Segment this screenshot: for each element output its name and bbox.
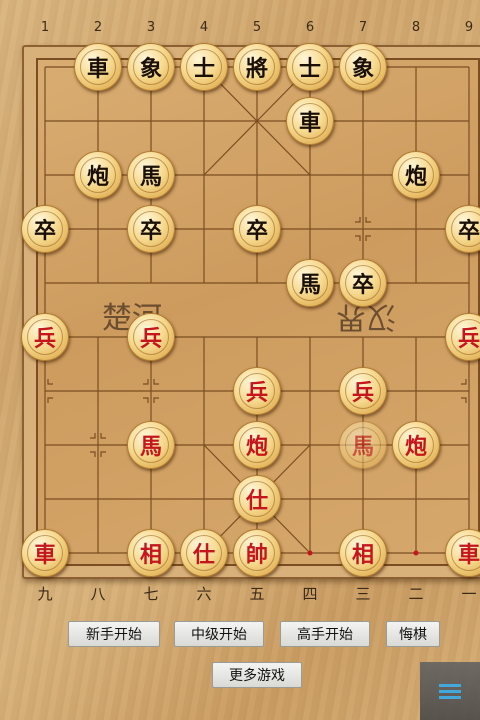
column-chinese: 一 xyxy=(461,585,477,603)
intermediate-button[interactable]: 中级开始 xyxy=(174,621,264,647)
piece-b-ma-2[interactable]: 馬 xyxy=(286,259,334,307)
piece-r-bing-1[interactable]: 兵 xyxy=(21,313,69,361)
piece-b-zu-1[interactable]: 卒 xyxy=(21,205,69,253)
piece-b-ma-1[interactable]: 馬 xyxy=(127,151,175,199)
piece-r-xiang-2[interactable]: 相 xyxy=(339,529,387,577)
hamburger-menu-icon[interactable] xyxy=(420,662,480,720)
piece-b-jiang[interactable]: 將 xyxy=(233,43,281,91)
piece-b-xiang-1[interactable]: 象 xyxy=(127,43,175,91)
expert-button[interactable]: 高手开始 xyxy=(280,621,370,647)
piece-b-che-2[interactable]: 車 xyxy=(286,97,334,145)
piece-r-pao-1[interactable]: 炮 xyxy=(233,421,281,469)
piece-b-shi-2[interactable]: 士 xyxy=(286,43,334,91)
column-chinese: 五 xyxy=(249,585,265,603)
piece-b-zu-3[interactable]: 卒 xyxy=(233,205,281,253)
piece-r-pao-2[interactable]: 炮 xyxy=(392,421,440,469)
piece-r-bing-2[interactable]: 兵 xyxy=(127,313,175,361)
piece-b-pao-1[interactable]: 炮 xyxy=(74,151,122,199)
piece-r-xiang-1[interactable]: 相 xyxy=(127,529,175,577)
piece-r-che-1[interactable]: 車 xyxy=(21,529,69,577)
undo-button[interactable]: 悔棋 xyxy=(386,621,440,647)
piece-b-zu-5[interactable]: 卒 xyxy=(339,259,387,307)
column-chinese: 三 xyxy=(355,585,371,603)
column-chinese: 二 xyxy=(408,585,424,603)
piece-r-bing-5[interactable]: 兵 xyxy=(339,367,387,415)
piece-b-xiang-2[interactable]: 象 xyxy=(339,43,387,91)
new-beginner-button[interactable]: 新手开始 xyxy=(68,621,160,647)
piece-r-shi-1[interactable]: 仕 xyxy=(233,475,281,523)
piece-b-shi-1[interactable]: 士 xyxy=(180,43,228,91)
column-chinese: 七 xyxy=(143,585,159,603)
column-chinese: 四 xyxy=(302,585,318,603)
more-games-button[interactable]: 更多游戏 xyxy=(212,662,302,688)
piece-r-ma-1[interactable]: 馬 xyxy=(127,421,175,469)
column-chinese: 六 xyxy=(196,585,212,603)
piece-r-bing-4[interactable]: 兵 xyxy=(233,367,281,415)
piece-r-shi-2[interactable]: 仕 xyxy=(180,529,228,577)
piece-b-pao-2[interactable]: 炮 xyxy=(392,151,440,199)
column-chinese: 九 xyxy=(37,585,53,603)
piece-r-shuai[interactable]: 帥 xyxy=(233,529,281,577)
piece-b-zu-2[interactable]: 卒 xyxy=(127,205,175,253)
piece-r-ma-2[interactable]: 馬 xyxy=(339,421,387,469)
column-chinese: 八 xyxy=(90,585,106,603)
piece-b-che-1[interactable]: 車 xyxy=(74,43,122,91)
